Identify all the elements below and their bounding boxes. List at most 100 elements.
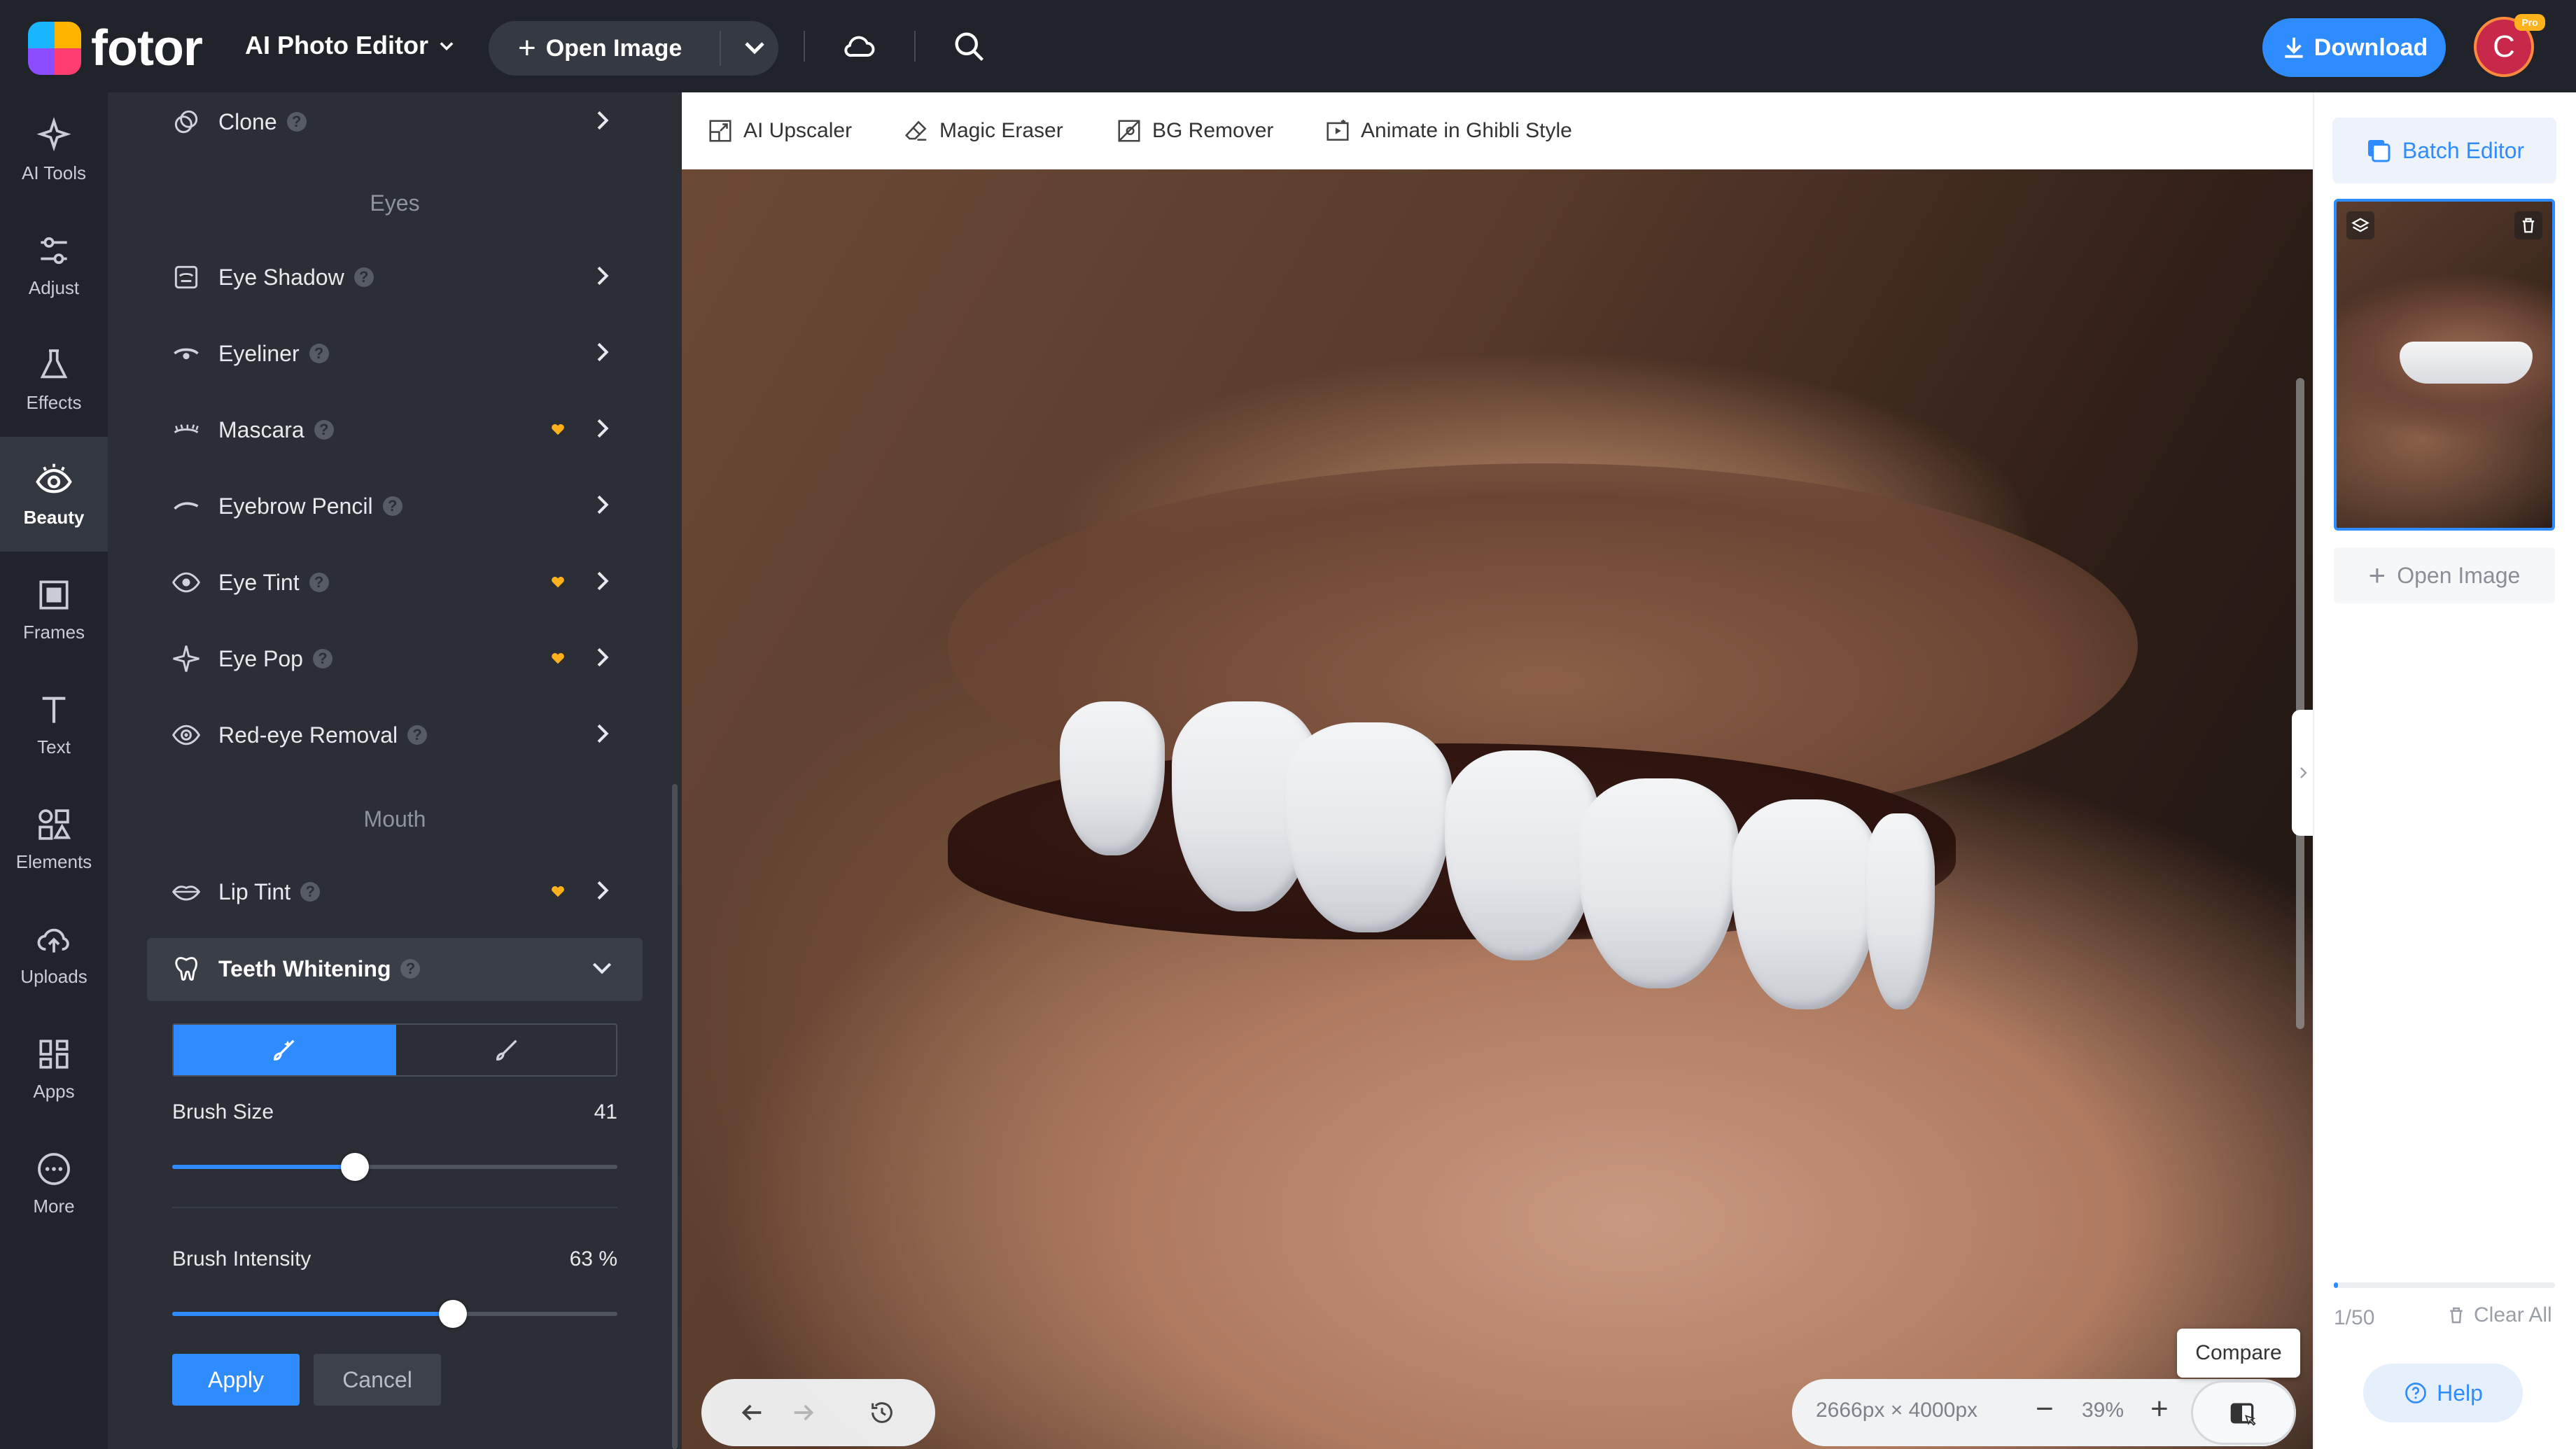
help-icon[interactable]: ? (309, 573, 329, 592)
red-eye-icon (172, 724, 201, 746)
rail-label: Adjust (28, 276, 80, 298)
tool-item-clone[interactable]: Clone ? (171, 94, 619, 150)
tool-label: Teeth Whitening (218, 955, 391, 981)
help-icon[interactable]: ? (309, 344, 329, 363)
reset-icon[interactable] (868, 1399, 896, 1427)
help-icon[interactable]: ? (354, 267, 374, 287)
rail-item-apps[interactable]: Apps (0, 1011, 108, 1126)
avatar-initial: C (2493, 29, 2515, 64)
help-icon[interactable]: ? (382, 496, 402, 516)
erase-brush-icon[interactable] (493, 1036, 521, 1064)
tool-item-eye-pop[interactable]: Eye Pop ? (171, 631, 619, 687)
eyeliner-icon (174, 348, 199, 360)
tool-item-teeth-whitening[interactable]: Teeth Whitening ? (171, 941, 619, 997)
tool-label: Eye Pop (218, 645, 303, 671)
premium-heart-icon (552, 576, 564, 588)
fotor-logo-mark (28, 22, 81, 75)
help-icon[interactable]: ? (286, 112, 307, 132)
search-icon[interactable] (951, 28, 987, 64)
eye-tint-icon (172, 572, 201, 593)
help-icon[interactable]: ? (312, 649, 332, 668)
eraser-icon (904, 120, 927, 141)
rail-item-ai-tools[interactable]: AI Tools (0, 92, 108, 207)
rail-label: Uploads (20, 965, 88, 987)
premium-heart-icon (552, 652, 564, 664)
undo-icon[interactable] (738, 1399, 766, 1427)
open-image-button[interactable]: + Open Image (489, 21, 778, 76)
tool-item-eye-shadow[interactable]: Eye Shadow ? (171, 249, 619, 305)
cloud-icon[interactable] (841, 28, 878, 64)
frame-icon (39, 580, 69, 610)
rail-item-elements[interactable]: Elements (0, 781, 108, 896)
rail-item-beauty[interactable]: Beauty (0, 437, 108, 552)
tool-magic-eraser[interactable]: Magic Eraser (903, 118, 1063, 144)
layers-glyph (2351, 218, 2370, 232)
open-image-dropdown-icon[interactable] (738, 31, 771, 64)
photo-tooth (1732, 799, 1879, 1009)
help-icon[interactable]: ? (407, 725, 428, 745)
zoom-out-button[interactable]: − (2036, 1392, 2054, 1427)
mascara-icon (174, 424, 199, 433)
image-canvas[interactable] (682, 169, 2313, 1449)
tool-ai-upscaler[interactable]: AI Upscaler (707, 118, 852, 144)
cloud-upload-icon (37, 928, 69, 953)
fotor-logo[interactable]: fotor (28, 20, 203, 77)
tool-label: Mascara (218, 416, 304, 442)
rail-item-adjust[interactable]: Adjust (0, 207, 108, 322)
download-button[interactable]: Download (2262, 18, 2446, 77)
tool-label: BG Remover (1152, 119, 1274, 142)
rail-item-more[interactable]: More (0, 1126, 108, 1240)
brush-size-slider[interactable] (172, 1153, 617, 1181)
tool-item-red-eye-removal[interactable]: Red-eye Removal ? (171, 707, 619, 763)
slider-fill (172, 1165, 355, 1169)
app-mode-dropdown[interactable]: AI Photo Editor (245, 31, 456, 60)
brush-mode-toggle (172, 1023, 617, 1077)
tool-bg-remover[interactable]: BG Remover (1116, 118, 1273, 144)
chevron-right-icon (597, 266, 609, 286)
zoom-in-button[interactable]: + (2150, 1392, 2169, 1427)
help-icon[interactable]: ? (400, 959, 421, 979)
help-icon[interactable]: ? (300, 882, 321, 902)
slider-handle[interactable] (438, 1300, 467, 1328)
tool-item-eye-tint[interactable]: Eye Tint ? (171, 554, 619, 610)
cancel-button[interactable]: Cancel (314, 1354, 441, 1406)
top-bar: fotor AI Photo Editor + Open Image Downl… (0, 0, 2576, 92)
tool-label: AI Upscaler (743, 119, 853, 142)
collapse-right-panel-button[interactable] (2292, 710, 2314, 836)
tool-item-mascara[interactable]: Mascara ? (171, 402, 619, 458)
tool-item-lip-tint[interactable]: Lip Tint ? (171, 864, 619, 920)
rail-label: More (33, 1195, 75, 1217)
rail-item-effects[interactable]: Effects (0, 322, 108, 437)
photo-tooth (1578, 778, 1739, 988)
brush-intensity-label: Brush Intensity (172, 1247, 312, 1270)
zoom-level[interactable]: 39% (2082, 1399, 2124, 1422)
rail-item-text[interactable]: Text (0, 666, 108, 781)
batch-editor-button[interactable]: Batch Editor (2332, 118, 2556, 183)
redo-icon[interactable] (790, 1399, 818, 1427)
history-controls (701, 1379, 935, 1446)
rail-item-uploads[interactable]: Uploads (0, 896, 108, 1011)
download-label: Download (2314, 34, 2428, 61)
clear-all-button[interactable]: Clear All (2446, 1303, 2552, 1327)
rail-label: Effects (26, 391, 82, 413)
tool-animate-ghibli[interactable]: Animate in Ghibli Style (1324, 118, 1572, 144)
photo-tooth (1865, 813, 1935, 1009)
panel-scrollbar[interactable] (672, 784, 678, 1449)
compare-button[interactable] (2191, 1380, 2296, 1445)
rail-label: Frames (22, 621, 85, 643)
rail-item-frames[interactable]: Frames (0, 552, 108, 666)
tool-item-eyeliner[interactable]: Eyeliner ? (171, 326, 619, 382)
brush-intensity-slider[interactable] (172, 1300, 617, 1328)
help-button[interactable]: Help (2363, 1364, 2523, 1422)
slider-handle[interactable] (340, 1153, 369, 1181)
apply-button[interactable]: Apply (172, 1354, 300, 1406)
animate-icon (1326, 120, 1349, 141)
delete-icon[interactable] (2514, 211, 2542, 239)
tool-item-eyebrow-pencil[interactable]: Eyebrow Pencil ? (171, 478, 619, 534)
help-icon[interactable]: ? (314, 420, 334, 440)
canvas-scrollbar[interactable] (2296, 378, 2304, 1029)
image-thumbnail[interactable] (2334, 199, 2555, 531)
sidebar-open-image-button[interactable]: + Open Image (2334, 547, 2555, 603)
layers-icon[interactable] (2346, 211, 2374, 239)
tool-label: Red-eye Removal (218, 722, 398, 748)
